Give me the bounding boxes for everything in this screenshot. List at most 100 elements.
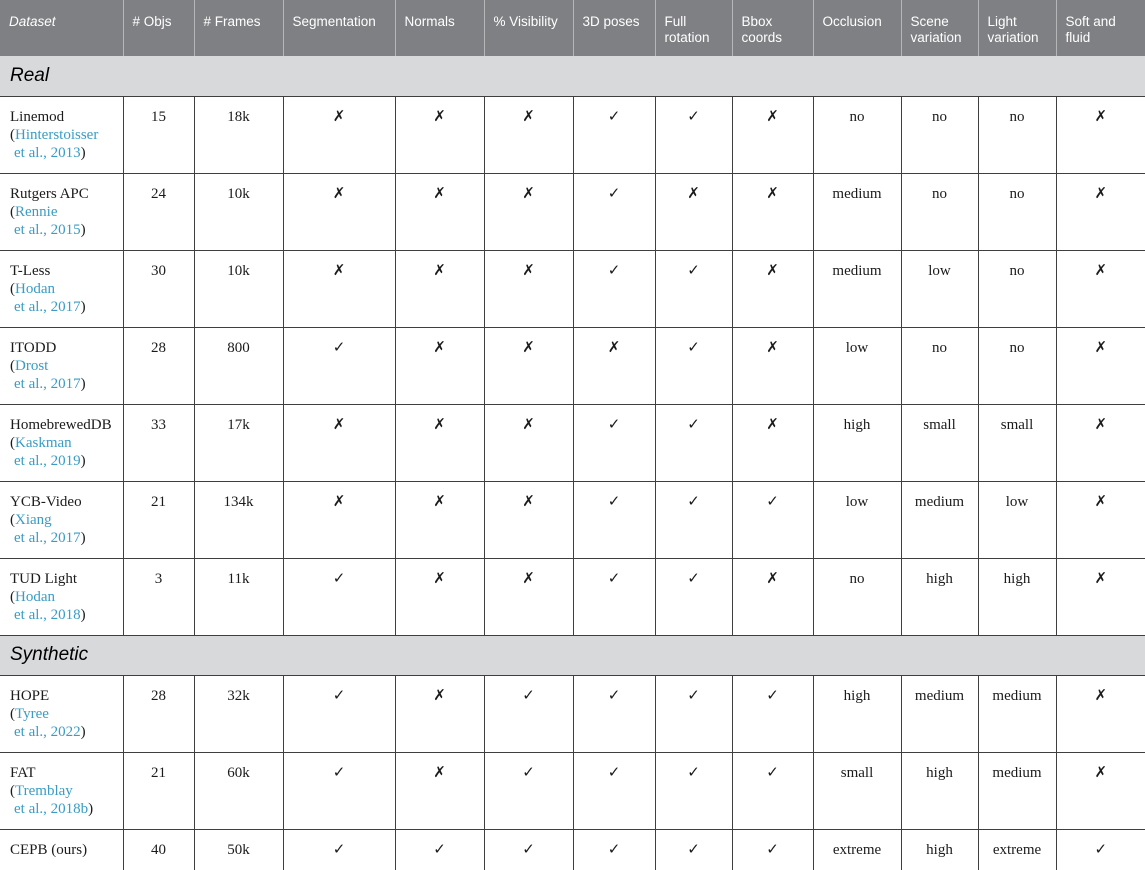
citation-link[interactable]: Xiang [15, 512, 52, 528]
table-cell: 30 [122, 250, 194, 328]
table-cell: ✗ [394, 481, 484, 559]
table-cell: no [812, 96, 901, 174]
table-cell: high [977, 558, 1056, 636]
table-cell: ✗ [282, 404, 395, 482]
dataset-cell: CEPB (ours) [0, 829, 123, 870]
table-cell: medium [900, 481, 978, 559]
table-cell: ✓ [572, 829, 655, 870]
table-row: Linemod (Hinterstoisser et al., 2013) 15 18k… [0, 96, 1145, 174]
citation-year-link[interactable]: et al., 2019 [14, 453, 81, 469]
section-title: Real [0, 56, 1145, 97]
citation-year-link[interactable]: et al., 2022 [14, 724, 81, 740]
table-cell: 32k [193, 675, 283, 753]
citation-link[interactable]: Tyree [15, 706, 49, 722]
table-cell: ✓ [572, 481, 655, 559]
table-row: ITODD (Drost et al., 2017) 28 800 ✓ ✗ ✗ ✗ ✓ ✗ low no… [0, 327, 1145, 405]
table-cell: extreme [977, 829, 1056, 870]
column-header: # Frames [193, 0, 283, 56]
citation-link[interactable]: Tremblay [15, 783, 73, 799]
table-cell: ✓ [654, 404, 732, 482]
table-cell: low [812, 481, 901, 559]
dataset-name: YCB-Video [10, 493, 82, 510]
column-header: Normals [394, 0, 484, 56]
table-cell: ✓ [654, 829, 732, 870]
dataset-cell: ITODD (Drost et al., 2017) [0, 327, 123, 405]
citation-year-link[interactable]: et al., 2013 [14, 145, 81, 161]
citation-year-link[interactable]: et al., 2018 [14, 607, 81, 623]
dataset-cell: HomebrewedDB (Kaskman et al., 2019) [0, 404, 123, 482]
table-cell: no [900, 327, 978, 405]
table-cell: ✗ [282, 173, 395, 251]
table-cell: ✗ [1055, 675, 1145, 753]
table-cell: 24 [122, 173, 194, 251]
dataset-name: Linemod [10, 108, 65, 125]
dataset-name: ITODD [10, 339, 57, 356]
table-cell: ✗ [394, 675, 484, 753]
citation-year-link[interactable]: et al., 2017 [14, 376, 81, 392]
table-cell: ✓ [572, 96, 655, 174]
table-cell: 3 [122, 558, 194, 636]
dataset-cell: Rutgers APC (Rennie et al., 2015) [0, 173, 123, 251]
table-cell: 800 [193, 327, 283, 405]
table-cell: ✗ [572, 327, 655, 405]
table-cell: ✓ [654, 327, 732, 405]
table-cell: ✓ [572, 173, 655, 251]
table-cell: extreme [812, 829, 901, 870]
citation-link[interactable]: Hodan [15, 589, 55, 605]
table-row: TUD Light (Hodan et al., 2018) 3 11k ✓ ✗ ✗ ✓ ✓ ✗ no… [0, 558, 1145, 636]
table-cell: ✓ [731, 481, 813, 559]
citation-link[interactable]: Drost [15, 358, 48, 374]
dataset-cell: FAT (Tremblay et al., 2018b) [0, 752, 123, 830]
citation-year-link[interactable]: et al., 2017 [14, 530, 81, 546]
table-cell: ✗ [1055, 96, 1145, 174]
table-cell: ✓ [282, 752, 395, 830]
table-cell: low [900, 250, 978, 328]
dataset-cell: TUD Light (Hodan et al., 2018) [0, 558, 123, 636]
table-cell: 17k [193, 404, 283, 482]
table-cell: ✗ [483, 173, 573, 251]
dataset-name: T-Less [10, 262, 51, 279]
table-cell: ✗ [394, 173, 484, 251]
section-row: Synthetic [0, 635, 1145, 676]
table-cell: ✓ [483, 829, 573, 870]
table-cell: ✗ [1055, 752, 1145, 830]
table-cell: no [900, 173, 978, 251]
citation-year-link[interactable]: et al., 2015 [14, 222, 81, 238]
table-cell: high [900, 752, 978, 830]
table-cell: ✓ [282, 558, 395, 636]
citation-link[interactable]: Hinterstoisser [15, 127, 98, 143]
table-cell: ✓ [572, 404, 655, 482]
table-row: T-Less (Hodan et al., 2017) 30 10k ✗ ✗ ✗ ✓ ✓ ✗ medi… [0, 250, 1145, 328]
table-cell: 10k [193, 173, 283, 251]
table-cell: 21 [122, 481, 194, 559]
column-header: Occlusion [812, 0, 901, 56]
table-row: YCB-Video (Xiang et al., 2017) 21 134k ✗ ✗ ✗ ✓ ✓ ✓… [0, 481, 1145, 559]
citation-link[interactable]: Kaskman [15, 435, 72, 451]
table-cell: low [977, 481, 1056, 559]
dataset-cell: YCB-Video (Xiang et al., 2017) [0, 481, 123, 559]
table-cell: no [977, 96, 1056, 174]
citation-link[interactable]: Hodan [15, 281, 55, 297]
table-cell: medium [977, 752, 1056, 830]
table-cell: ✓ [483, 752, 573, 830]
citation-year-link[interactable]: et al., 2018b [14, 801, 88, 817]
table-cell: 33 [122, 404, 194, 482]
table-body: Real Linemod (Hinterstoisser et al., 2013) 1… [0, 56, 1145, 870]
table-cell: small [812, 752, 901, 830]
table-cell: 40 [122, 829, 194, 870]
column-header: % Visibility [483, 0, 573, 56]
table-cell: ✓ [731, 752, 813, 830]
table-cell: ✗ [394, 404, 484, 482]
table-cell: ✓ [572, 675, 655, 753]
dataset-cell: Linemod (Hinterstoisser et al., 2013) [0, 96, 123, 174]
table-cell: no [977, 250, 1056, 328]
table-cell: ✗ [483, 96, 573, 174]
table-cell: ✗ [282, 96, 395, 174]
table-cell: ✓ [654, 481, 732, 559]
table-cell: 28 [122, 675, 194, 753]
table-row: HOPE (Tyree et al., 2022) 28 32k ✓ ✗ ✓ ✓ ✓ ✓ high me… [0, 675, 1145, 753]
table-cell: ✓ [394, 829, 484, 870]
table-cell: 50k [193, 829, 283, 870]
citation-year-link[interactable]: et al., 2017 [14, 299, 81, 315]
citation-link[interactable]: Rennie [15, 204, 58, 220]
